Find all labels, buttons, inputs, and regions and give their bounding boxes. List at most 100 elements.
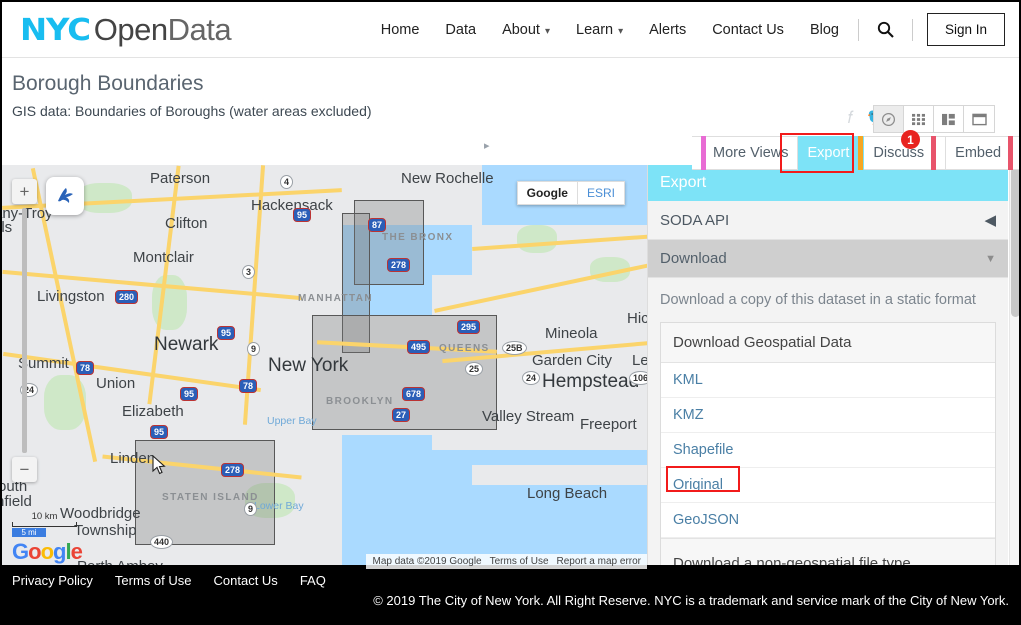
highway-shield-icon: 278 <box>387 258 410 272</box>
map-place-label: Linden <box>110 450 155 467</box>
tab-label: Discuss <box>873 145 924 161</box>
tab-export[interactable]: Export <box>798 136 864 170</box>
download-format-original[interactable]: Original <box>661 468 995 503</box>
nav-item-alerts[interactable]: Alerts <box>636 16 699 44</box>
site-footer: Privacy Policy Terms of Use Contact Us F… <box>2 565 1019 623</box>
nav-label: Home <box>381 22 420 38</box>
map-place-label: Valley Stream <box>482 408 574 425</box>
nav-item-blog[interactable]: Blog <box>797 16 852 44</box>
chevron-left-icon: ◀ <box>984 211 996 229</box>
zoom-slider-track[interactable] <box>22 208 27 453</box>
geospatial-card-header: Download Geospatial Data <box>661 323 995 363</box>
map-place-label: Long Beach <box>527 485 607 502</box>
map-zoom-control[interactable]: + − <box>12 179 37 482</box>
highway-shield-icon: 295 <box>457 320 480 334</box>
tab-color-marker <box>858 136 863 170</box>
nav-item-contact-us[interactable]: Contact Us <box>699 16 797 44</box>
expand-description-icon[interactable]: ▸ <box>484 139 490 152</box>
highway-shield-icon: 95 <box>217 326 235 340</box>
nav-item-learn[interactable]: Learn▾ <box>563 16 636 44</box>
map-place-label: Clifton <box>165 215 208 232</box>
basemap-google-button[interactable]: Google <box>517 181 577 205</box>
download-description: Download a copy of this dataset in a sta… <box>648 278 1008 322</box>
soda-api-row[interactable]: SODA API ◀ <box>648 201 1008 240</box>
nav-divider <box>858 19 859 41</box>
pan-hand-icon[interactable] <box>46 177 84 215</box>
nav-item-data[interactable]: Data <box>432 16 489 44</box>
nav-links: Home Data About▾ Learn▾ Alerts Contact U… <box>368 13 1005 46</box>
nav-item-home[interactable]: Home <box>368 16 433 44</box>
zoom-in-button[interactable]: + <box>12 179 37 204</box>
nav-item-about[interactable]: About▾ <box>489 16 563 44</box>
highway-shield-icon: 95 <box>150 425 168 439</box>
facebook-icon[interactable]: 𝑓 <box>848 108 853 128</box>
nav-label: Contact Us <box>712 22 784 38</box>
map-viewport[interactable]: + − Google ESRI Google 10 km 5 mi Map da… <box>2 165 647 569</box>
scale-label-km: 10 km <box>12 511 77 522</box>
download-formats-wrapper: Download Geospatial Data KML KMZ Shapefi… <box>648 322 1008 569</box>
basemap-esri-button[interactable]: ESRI <box>577 181 625 205</box>
nav-label: Data <box>445 22 476 38</box>
footer-link-privacy-policy[interactable]: Privacy Policy <box>12 573 93 588</box>
tab-embed[interactable]: Embed <box>946 136 1021 170</box>
site-logo[interactable]: NYC Open Data <box>20 12 231 48</box>
map-place-label: New York <box>268 355 348 377</box>
zoom-out-button[interactable]: − <box>12 457 37 482</box>
map-place-label: Montclair <box>133 249 194 266</box>
chevron-down-icon: ▾ <box>545 26 550 37</box>
download-format-geojson[interactable]: GeoJSON <box>661 503 995 538</box>
tab-label: Export <box>807 145 858 161</box>
page-title: Borough Boundaries <box>12 72 1019 96</box>
tab-label: More Views <box>713 145 788 161</box>
logo-nyc-text: NYC <box>20 13 90 48</box>
highway-shield-icon: 25 <box>465 362 483 376</box>
download-row[interactable]: Download ▼ <box>648 240 1008 278</box>
attribution-terms-link[interactable]: Terms of Use <box>490 556 549 567</box>
export-panel-scroll-thumb[interactable] <box>1011 167 1020 317</box>
map-attribution: Map data ©2019 Google Terms of Use Repor… <box>366 554 647 569</box>
google-logo: Google <box>12 539 82 565</box>
map-place-label: MANHATTAN <box>298 293 373 304</box>
highway-shield-icon: 9 <box>244 502 257 516</box>
download-label: Download <box>660 250 727 267</box>
download-format-shapefile[interactable]: Shapefile <box>661 433 995 468</box>
map-park <box>517 225 557 253</box>
download-format-kml[interactable]: KML <box>661 363 995 398</box>
footer-link-faq[interactable]: FAQ <box>300 573 326 588</box>
attribution-report-link[interactable]: Report a map error <box>557 556 641 567</box>
sign-in-button[interactable]: Sign In <box>927 13 1005 46</box>
export-panel-scrollbar[interactable] <box>1009 165 1021 569</box>
table-view-icon[interactable] <box>964 106 994 132</box>
map-scale-bar: 10 km 5 mi <box>12 511 77 537</box>
basemap-switcher: Google ESRI <box>517 181 625 205</box>
search-icon[interactable] <box>865 17 906 42</box>
map-park <box>77 183 132 213</box>
scale-label-mi: 5 mi <box>12 528 46 537</box>
footer-link-contact-us[interactable]: Contact Us <box>214 573 278 588</box>
map-place-label: Garden City <box>532 352 612 369</box>
download-format-kmz[interactable]: KMZ <box>661 398 995 433</box>
card-view-icon[interactable] <box>934 106 964 132</box>
scale-line-km <box>12 522 77 527</box>
globe-view-icon[interactable] <box>874 106 904 132</box>
grid-view-icon[interactable] <box>904 106 934 132</box>
highway-shield-icon: 25B <box>502 341 527 355</box>
tab-more-views[interactable]: More Views <box>692 136 798 170</box>
highway-shield-icon: 678 <box>402 387 425 401</box>
map-place-label: STATEN ISLAND <box>162 492 259 503</box>
view-mode-switcher <box>873 105 995 133</box>
tab-color-marker <box>1008 136 1013 170</box>
map-place-label: Hic <box>627 310 647 327</box>
highway-shield-icon: 78 <box>76 361 94 375</box>
nav-label: Learn <box>576 22 613 38</box>
map-place-label: Elizabeth <box>122 403 184 420</box>
logo-open-text: Open <box>94 12 168 48</box>
highway-shield-icon: 9 <box>247 342 260 356</box>
highway-shield-icon: 440 <box>150 535 173 549</box>
highway-shield-icon: 87 <box>368 218 386 232</box>
highway-shield-icon: 106 <box>629 371 647 385</box>
nav-label: Blog <box>810 22 839 38</box>
map-place-label: Hempstead <box>542 371 639 393</box>
footer-link-terms-of-use[interactable]: Terms of Use <box>115 573 192 588</box>
dataset-tab-bar: More Views Export Discuss Embed About <box>692 136 1021 170</box>
